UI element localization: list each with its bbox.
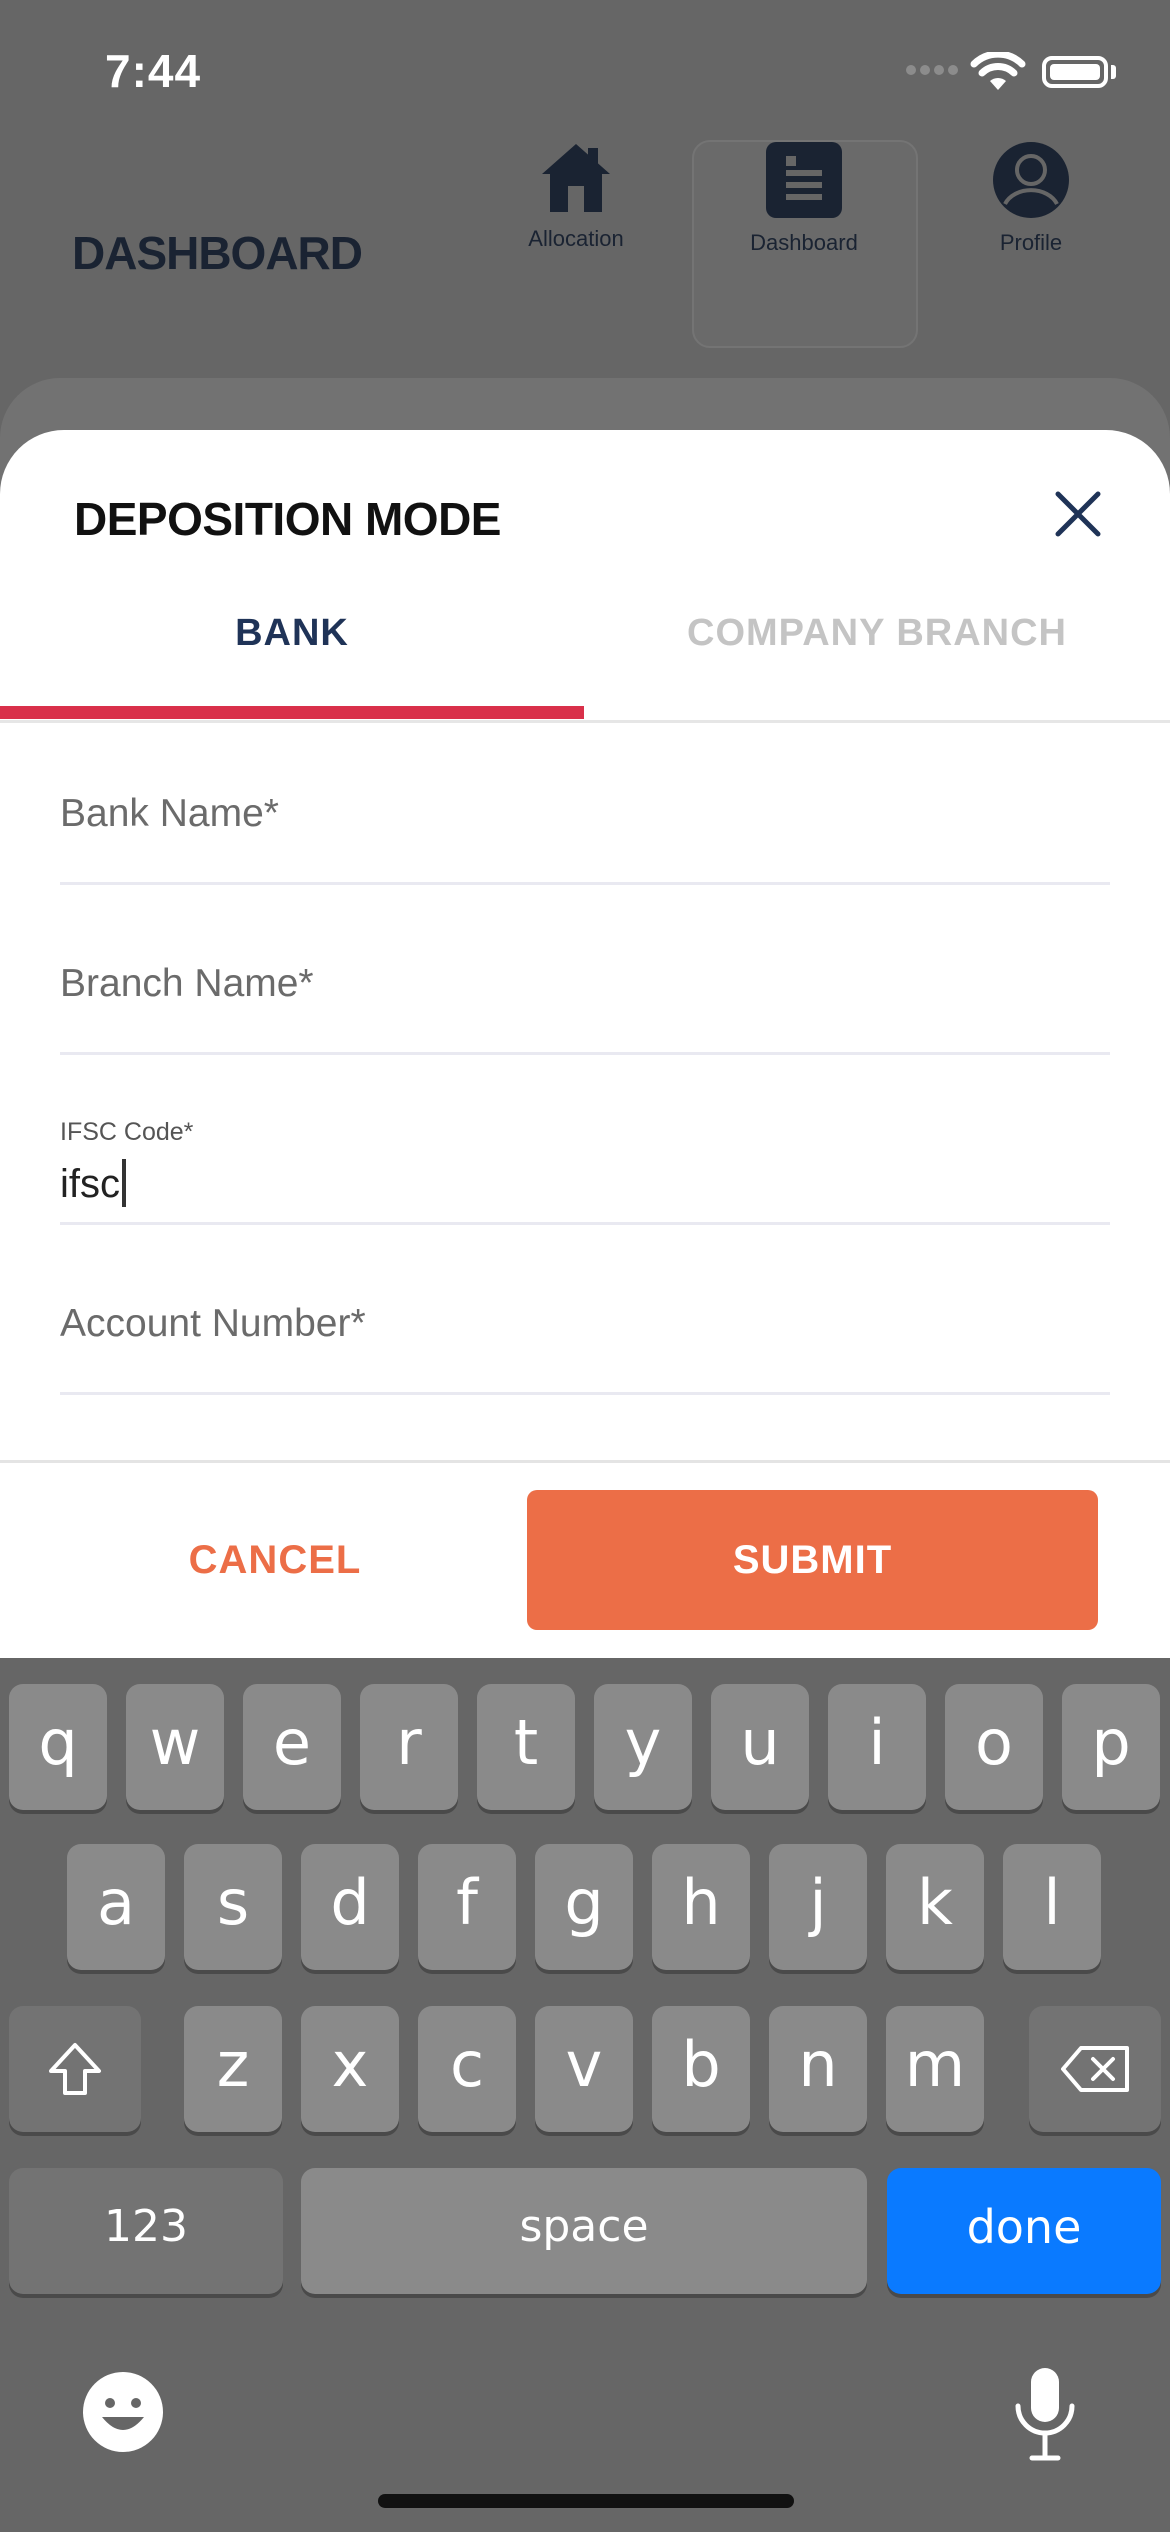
home-icon: [542, 144, 610, 212]
numbers-key[interactable]: 123: [9, 2168, 283, 2294]
key-l[interactable]: l: [1003, 1844, 1101, 1970]
key-b[interactable]: b: [652, 2006, 750, 2132]
nav-label: Allocation: [528, 226, 624, 251]
nav-item-dashboard[interactable]: Dashboard: [694, 140, 914, 256]
key-w[interactable]: w: [126, 1684, 224, 1810]
field-underline: [60, 882, 1110, 885]
key-a[interactable]: a: [67, 1844, 165, 1970]
tabs-divider: [0, 720, 1170, 723]
cancel-button[interactable]: CANCEL: [60, 1490, 490, 1630]
account-number-placeholder: Account Number*: [60, 1302, 366, 1345]
key-r[interactable]: r: [360, 1684, 458, 1810]
key-p[interactable]: p: [1062, 1684, 1160, 1810]
key-s[interactable]: s: [184, 1844, 282, 1970]
text-caret: [122, 1159, 126, 1207]
key-d[interactable]: d: [301, 1844, 399, 1970]
tab-bank[interactable]: BANK: [0, 612, 584, 655]
microphone-icon[interactable]: [1010, 2364, 1080, 2464]
key-f[interactable]: f: [418, 1844, 516, 1970]
key-c[interactable]: c: [418, 2006, 516, 2132]
done-key[interactable]: done: [887, 2168, 1161, 2294]
key-g[interactable]: g: [535, 1844, 633, 1970]
key-i[interactable]: i: [828, 1684, 926, 1810]
nav-label: Dashboard: [750, 230, 858, 255]
bank-name-field[interactable]: Bank Name*: [60, 792, 1110, 885]
key-m[interactable]: m: [886, 2006, 984, 2132]
shift-key[interactable]: [9, 2006, 141, 2132]
tab-company-branch[interactable]: COMPANY BRANCH: [584, 612, 1170, 655]
status-time: 7:44: [105, 45, 202, 97]
key-o[interactable]: o: [945, 1684, 1043, 1810]
key-j[interactable]: j: [769, 1844, 867, 1970]
action-divider: [0, 1460, 1170, 1463]
emoji-icon[interactable]: [82, 2371, 164, 2453]
submit-button[interactable]: SUBMIT: [527, 1490, 1098, 1630]
home-indicator: [378, 2494, 794, 2508]
space-key[interactable]: space: [301, 2168, 867, 2294]
page-title: DASHBOARD: [72, 227, 363, 279]
key-e[interactable]: e: [243, 1684, 341, 1810]
key-u[interactable]: u: [711, 1684, 809, 1810]
ifsc-code-label: IFSC Code*: [60, 1118, 194, 1146]
key-h[interactable]: h: [652, 1844, 750, 1970]
ifsc-code-value: ifsc: [60, 1162, 120, 1206]
modal-title: DEPOSITION MODE: [74, 493, 501, 545]
account-number-field[interactable]: Account Number*: [60, 1302, 1110, 1395]
ifsc-code-field[interactable]: IFSC Code* ifsc: [60, 1118, 1110, 1225]
bank-name-placeholder: Bank Name*: [60, 792, 279, 835]
key-x[interactable]: x: [301, 2006, 399, 2132]
ifsc-code-input[interactable]: ifsc: [60, 1159, 1110, 1207]
battery-icon: [1042, 56, 1108, 88]
key-n[interactable]: n: [769, 2006, 867, 2132]
dashboard-icon: [766, 142, 842, 218]
branch-name-field[interactable]: Branch Name*: [60, 962, 1110, 1055]
key-t[interactable]: t: [477, 1684, 575, 1810]
key-q[interactable]: q: [9, 1684, 107, 1810]
profile-icon: [993, 142, 1069, 218]
field-underline: [60, 1222, 1110, 1225]
cellular-signal-icon: [906, 65, 958, 75]
field-underline: [60, 1052, 1110, 1055]
backspace-key[interactable]: [1029, 2006, 1161, 2132]
field-underline: [60, 1392, 1110, 1395]
keyboard: q w e r t y u i o p a s d f g h j k l z …: [0, 1658, 1170, 2532]
backspace-icon: [1061, 2045, 1129, 2092]
nav-item-profile[interactable]: Profile: [921, 140, 1141, 256]
shift-icon: [49, 2042, 101, 2095]
key-k[interactable]: k: [886, 1844, 984, 1970]
close-icon[interactable]: [1048, 484, 1108, 544]
wifi-icon: [970, 52, 1026, 90]
branch-name-placeholder: Branch Name*: [60, 962, 314, 1005]
key-y[interactable]: y: [594, 1684, 692, 1810]
nav-label: Profile: [999, 230, 1063, 255]
key-v[interactable]: v: [535, 2006, 633, 2132]
nav-item-allocation[interactable]: Allocation: [466, 140, 686, 252]
key-z[interactable]: z: [184, 2006, 282, 2132]
active-tab-indicator: [0, 706, 584, 719]
battery-nub: [1111, 65, 1116, 79]
